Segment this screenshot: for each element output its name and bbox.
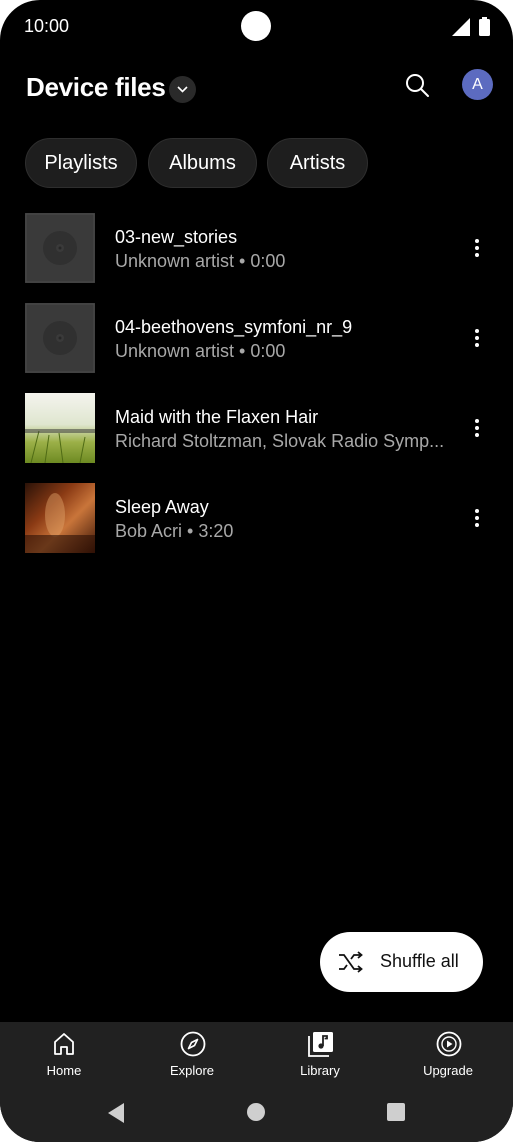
system-nav-bar [0, 1092, 513, 1142]
list-item[interactable]: Sleep Away Bob Acri • 3:20 [0, 483, 513, 553]
shuffle-all-button[interactable]: Shuffle all [320, 932, 483, 992]
nav-label-explore: Explore [169, 1063, 215, 1078]
title-dropdown-button[interactable] [169, 76, 196, 103]
default-disc-icon [25, 213, 95, 283]
shuffle-icon [339, 951, 363, 973]
song-title: Sleep Away [115, 497, 209, 517]
nav-label-library: Library [300, 1063, 340, 1078]
more-options-button[interactable] [462, 233, 492, 263]
battery-icon [479, 17, 490, 36]
song-subtitle: Bob Acri • 3:20 [115, 521, 234, 541]
signal-icon [452, 18, 470, 36]
compass-icon [180, 1031, 206, 1057]
nav-upgrade[interactable]: Upgrade [398, 1022, 498, 1092]
chevron-down-icon [177, 86, 188, 93]
status-time: 10:00 [24, 16, 70, 36]
nav-explore[interactable]: Explore [142, 1022, 242, 1092]
page-title: Device files [26, 72, 166, 102]
song-subtitle: Richard Stoltzman, Slovak Radio Symp... [115, 431, 445, 451]
list-item[interactable]: 04-beethovens_symfoni_nr_9 Unknown artis… [0, 303, 513, 373]
chip-albums[interactable]: Albums [148, 138, 257, 188]
nav-label-home: Home [46, 1063, 82, 1078]
song-subtitle: Unknown artist • 0:00 [115, 251, 286, 271]
home-circle-icon[interactable] [247, 1103, 265, 1121]
more-vert-icon [475, 419, 479, 437]
camera-cutout [241, 11, 271, 41]
more-options-button[interactable] [462, 503, 492, 533]
search-icon [406, 74, 429, 97]
search-button[interactable] [400, 68, 436, 104]
nav-label-upgrade: Upgrade [423, 1063, 473, 1078]
list-item[interactable]: Maid with the Flaxen Hair Richard Stoltz… [0, 393, 513, 463]
more-options-button[interactable] [462, 323, 492, 353]
more-vert-icon [475, 509, 479, 527]
album-cover [25, 393, 95, 463]
recents-square-icon[interactable] [387, 1103, 405, 1121]
song-title: 03-new_stories [115, 227, 238, 247]
shuffle-all-label: Shuffle all [380, 951, 459, 971]
home-icon [54, 1033, 74, 1055]
more-options-button[interactable] [462, 413, 492, 443]
more-vert-icon [475, 329, 479, 347]
song-title: Maid with the Flaxen Hair [115, 407, 319, 427]
library-icon [308, 1032, 333, 1057]
header: Device files A [0, 60, 513, 116]
nav-home[interactable]: Home [14, 1022, 114, 1092]
chip-artists[interactable]: Artists [267, 138, 368, 188]
bottom-nav: Home Explore Library Upgrade [0, 1022, 513, 1092]
status-bar: 10:00 [0, 0, 513, 54]
avatar[interactable]: A [462, 69, 493, 100]
nav-library[interactable]: Library [270, 1022, 370, 1092]
song-subtitle: Unknown artist • 0:00 [115, 341, 286, 361]
back-icon[interactable] [106, 1102, 126, 1124]
list-item[interactable]: 03-new_stories Unknown artist • 0:00 [0, 213, 513, 283]
more-vert-icon [475, 239, 479, 257]
chip-playlists[interactable]: Playlists [25, 138, 137, 188]
song-title: 04-beethovens_symfoni_nr_9 [115, 317, 353, 337]
default-disc-icon [25, 303, 95, 373]
app-screen: 10:00 Device files A Playlists Albums Ar… [0, 0, 513, 1142]
upgrade-icon [436, 1031, 462, 1057]
album-cover [25, 483, 95, 553]
